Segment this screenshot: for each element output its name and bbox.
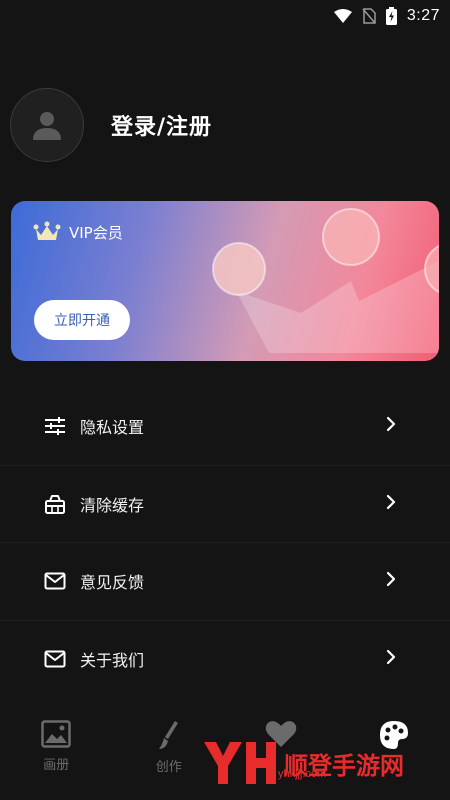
watermark: 顺登手游网 yhkjjj.com — [200, 738, 404, 788]
clear-cache-icon — [44, 493, 66, 515]
nav-tab-album[interactable]: 画册 — [6, 720, 106, 800]
chevron-right-icon — [386, 494, 396, 514]
brush-icon — [158, 721, 178, 749]
vip-card[interactable]: VIP会员 立即开通 — [11, 201, 439, 361]
menu-item-feedback[interactable]: 意见反馈 — [0, 543, 450, 621]
menu-item-label: 意见反馈 — [80, 573, 145, 593]
chevron-right-icon — [386, 571, 396, 591]
chevron-right-icon — [386, 416, 396, 436]
menu-item-privacy-settings[interactable]: 隐私设置 — [0, 388, 450, 466]
nav-label: 画册 — [43, 758, 70, 773]
vip-title-label: VIP会员 — [69, 223, 123, 242]
watermark-url: yhkjjj.com — [278, 768, 327, 780]
settings-menu: 隐私设置 清除缓存 意见反馈 关于我们 — [0, 388, 450, 698]
menu-item-about-us[interactable]: 关于我们 — [0, 621, 450, 699]
no-sim-icon — [362, 8, 376, 24]
menu-item-label: 清除缓存 — [80, 495, 145, 515]
battery-charging-icon — [385, 7, 397, 25]
mail-icon — [44, 648, 66, 670]
menu-item-clear-cache[interactable]: 清除缓存 — [0, 466, 450, 543]
vip-title: VIP会员 — [33, 221, 123, 243]
chevron-right-icon — [386, 649, 396, 669]
status-time: 3:27 — [406, 7, 440, 24]
open-vip-button[interactable]: 立即开通 — [34, 300, 130, 340]
menu-item-label: 隐私设置 — [80, 418, 145, 438]
image-icon — [41, 720, 71, 748]
avatar[interactable] — [10, 88, 84, 162]
login-register-link[interactable]: 登录/注册 — [111, 109, 212, 141]
nav-label: 创作 — [155, 760, 182, 775]
sliders-icon — [44, 415, 66, 437]
watermark-logo — [204, 742, 276, 784]
wifi-icon — [333, 9, 352, 23]
status-bar: 3:27 — [0, 0, 450, 32]
crown-icon — [33, 221, 61, 240]
profile-header[interactable]: 登录/注册 — [10, 88, 212, 162]
user-icon — [33, 112, 61, 140]
mail-icon — [44, 570, 66, 592]
menu-item-label: 关于我们 — [80, 651, 145, 671]
